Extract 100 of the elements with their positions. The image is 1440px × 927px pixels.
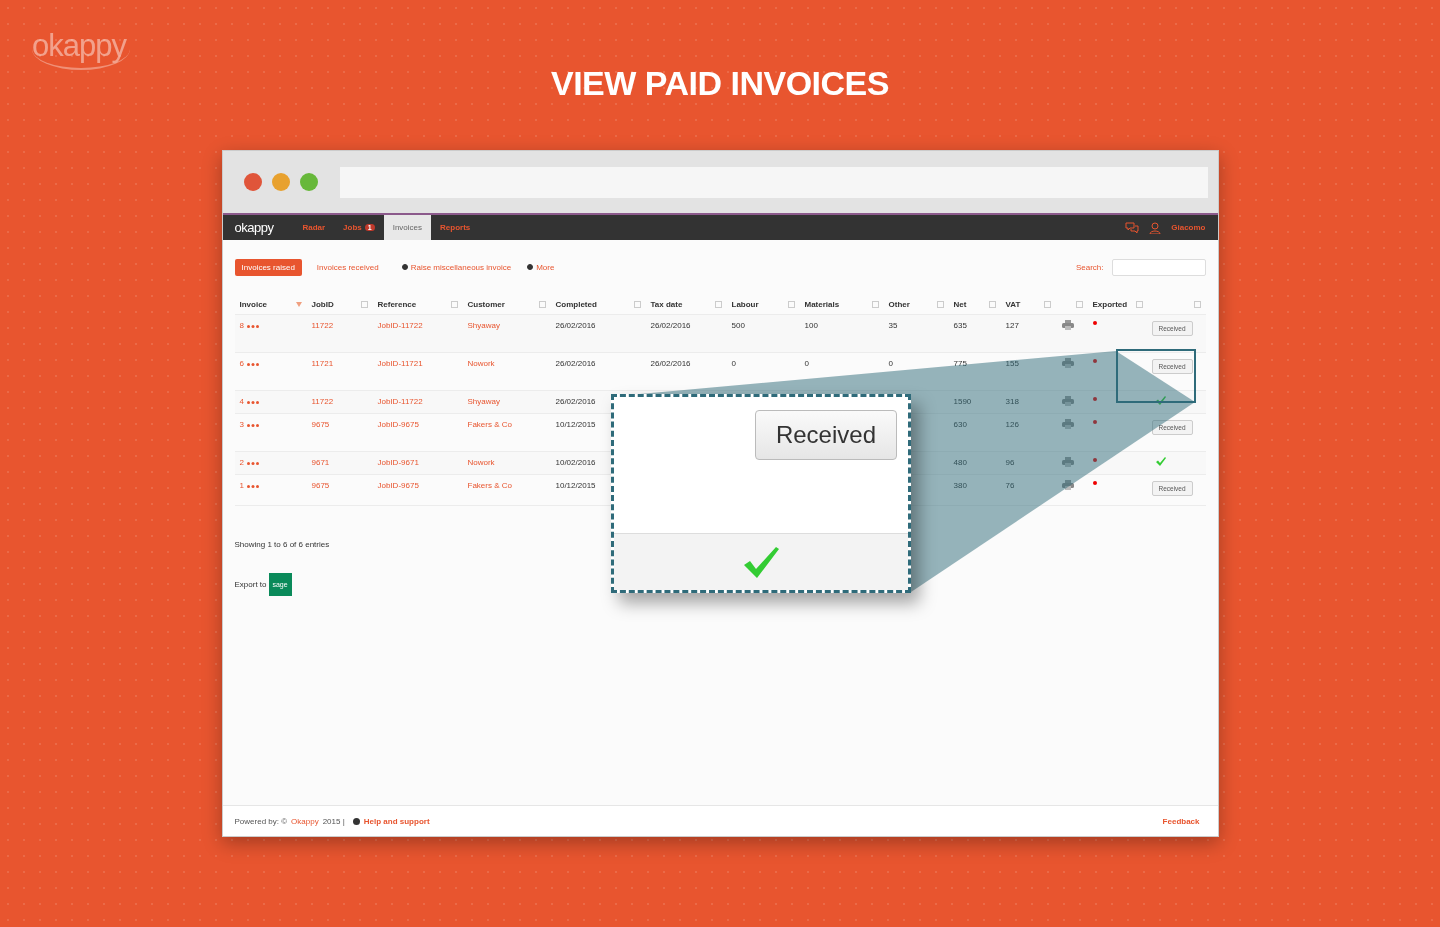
sort-icon[interactable] bbox=[936, 300, 944, 308]
table-cell[interactable]: Nowork bbox=[462, 353, 551, 368]
table-cell-text: 0 bbox=[887, 358, 894, 368]
more-icon[interactable] bbox=[246, 324, 259, 328]
invoice-link[interactable]: 3 bbox=[234, 414, 247, 429]
table-cell[interactable]: Shyaway bbox=[462, 315, 551, 330]
chat-icon[interactable] bbox=[1125, 221, 1140, 234]
column-header[interactable]: Customer bbox=[467, 299, 505, 309]
headline: VIEW PAID INVOICES bbox=[551, 64, 889, 103]
more-icon[interactable] bbox=[246, 362, 259, 366]
column-header[interactable]: Other bbox=[888, 299, 910, 309]
action-link[interactable]: More bbox=[527, 262, 555, 272]
sub-tab[interactable]: Invoices received bbox=[309, 258, 386, 276]
column-header[interactable]: Reference bbox=[377, 299, 417, 309]
invoice-link[interactable]: 8 bbox=[234, 315, 247, 330]
table-cell[interactable]: 9671 bbox=[306, 452, 373, 467]
table-cell[interactable]: JobID-11722 bbox=[372, 391, 463, 406]
minimize-icon[interactable] bbox=[271, 173, 290, 191]
column-header[interactable]: Labour bbox=[731, 299, 759, 309]
table-cell[interactable]: Shyaway bbox=[462, 391, 551, 406]
sort-icon[interactable] bbox=[450, 300, 458, 308]
table-cell-text: 100 bbox=[803, 320, 819, 330]
column-header[interactable]: Exported bbox=[1092, 299, 1128, 309]
table-cell-text: 775 bbox=[952, 358, 968, 368]
table-cell-text: 10/12/2015 bbox=[554, 419, 597, 429]
nav-tab[interactable]: Invoices bbox=[383, 215, 432, 240]
table-cell[interactable]: JobID-9675 bbox=[372, 475, 463, 490]
table-cell-text: 10/02/2016 bbox=[554, 457, 597, 467]
table-cell-text: 0 bbox=[803, 358, 810, 368]
sort-icon[interactable] bbox=[871, 300, 879, 308]
sort-down-icon[interactable] bbox=[295, 301, 302, 307]
sort-icon[interactable] bbox=[714, 300, 722, 308]
table-cell-text: 26/02/2016 bbox=[649, 320, 692, 330]
printer-icon[interactable] bbox=[1061, 358, 1074, 368]
table-cell[interactable]: Fakers & Co bbox=[462, 414, 551, 429]
column-header[interactable]: Net bbox=[953, 299, 967, 309]
nav-tab[interactable]: Radar bbox=[293, 215, 335, 240]
sort-icon[interactable] bbox=[538, 300, 546, 308]
more-icon[interactable] bbox=[246, 461, 259, 465]
sort-icon[interactable] bbox=[633, 300, 641, 308]
brand-logo: okappy bbox=[32, 28, 130, 70]
table-cell[interactable]: JobID-9675 bbox=[372, 414, 463, 429]
user-icon[interactable] bbox=[1149, 221, 1162, 234]
table-cell[interactable]: 11722 bbox=[306, 391, 373, 406]
table-cell-text: 635 bbox=[952, 320, 968, 330]
column-header[interactable]: Materials bbox=[804, 299, 840, 309]
column-header[interactable]: Invoice bbox=[239, 299, 268, 309]
column-header[interactable]: Tax date bbox=[650, 299, 683, 309]
printer-icon[interactable] bbox=[1061, 320, 1074, 330]
more-icon[interactable] bbox=[246, 484, 259, 488]
printer-icon[interactable] bbox=[1061, 419, 1074, 429]
table-cell-text: 35 bbox=[887, 320, 899, 330]
table-cell-text: 1590 bbox=[952, 396, 973, 406]
table-cell-text: 318 bbox=[1004, 396, 1020, 406]
sort-icon[interactable] bbox=[1193, 300, 1201, 308]
invoice-link[interactable]: 1 bbox=[234, 475, 247, 490]
sort-icon[interactable] bbox=[1135, 300, 1143, 308]
more-icon[interactable] bbox=[246, 400, 259, 404]
invoice-link[interactable]: 2 bbox=[234, 452, 247, 467]
table-cell[interactable]: 11721 bbox=[306, 353, 373, 368]
close-icon[interactable] bbox=[243, 173, 262, 191]
app-logo[interactable]: okappy bbox=[234, 220, 274, 235]
column-header[interactable]: VAT bbox=[1005, 299, 1021, 309]
column-header[interactable]: JobID bbox=[311, 299, 334, 309]
table-cell[interactable]: JobID-9671 bbox=[372, 452, 463, 467]
feedback-link[interactable]: Feedback bbox=[1162, 816, 1200, 826]
table-cell[interactable]: 9675 bbox=[306, 475, 373, 490]
table-cell[interactable]: 9675 bbox=[306, 414, 373, 429]
sort-icon[interactable] bbox=[1075, 300, 1083, 308]
printer-icon[interactable] bbox=[1061, 396, 1074, 406]
table-cell[interactable]: 11722 bbox=[306, 315, 373, 330]
nav-tab[interactable]: Reports bbox=[431, 215, 480, 240]
received-button[interactable]: Received bbox=[754, 410, 897, 460]
action-link[interactable]: Raise miscellaneous invoice bbox=[401, 262, 512, 272]
table-cell-text: 26/02/2016 bbox=[554, 320, 597, 330]
table-cell[interactable]: Nowork bbox=[462, 452, 551, 467]
sort-icon[interactable] bbox=[1043, 300, 1051, 308]
table-cell[interactable]: Fakers & Co bbox=[462, 475, 551, 490]
sort-icon[interactable] bbox=[360, 300, 368, 308]
table-cell-text: 380 bbox=[952, 480, 968, 490]
printer-icon[interactable] bbox=[1061, 480, 1074, 490]
invoice-link[interactable]: 6 bbox=[234, 353, 247, 368]
table-cell[interactable]: JobID-11721 bbox=[372, 353, 463, 368]
invoice-link[interactable]: 4 bbox=[234, 391, 247, 406]
user-name[interactable]: Giacomo bbox=[1171, 223, 1206, 232]
sort-icon[interactable] bbox=[988, 300, 996, 308]
help-link[interactable]: Help and support bbox=[363, 816, 430, 826]
more-icon[interactable] bbox=[246, 423, 259, 427]
table-cell-text: 96 bbox=[1004, 457, 1016, 467]
table-cell-text: 126 bbox=[1004, 419, 1020, 429]
printer-icon[interactable] bbox=[1061, 457, 1074, 467]
maximize-icon[interactable] bbox=[299, 173, 318, 191]
column-header[interactable]: Completed bbox=[555, 299, 597, 309]
sub-tab[interactable]: Invoices raised bbox=[234, 258, 302, 276]
sort-icon[interactable] bbox=[787, 300, 795, 308]
search-field[interactable] bbox=[1111, 258, 1206, 276]
table-cell-text: 500 bbox=[730, 320, 746, 330]
table-cell-text: 10/12/2015 bbox=[554, 480, 597, 490]
table-cell[interactable]: JobID-11722 bbox=[372, 315, 463, 330]
okappy-link[interactable]: Okappy bbox=[291, 816, 319, 826]
